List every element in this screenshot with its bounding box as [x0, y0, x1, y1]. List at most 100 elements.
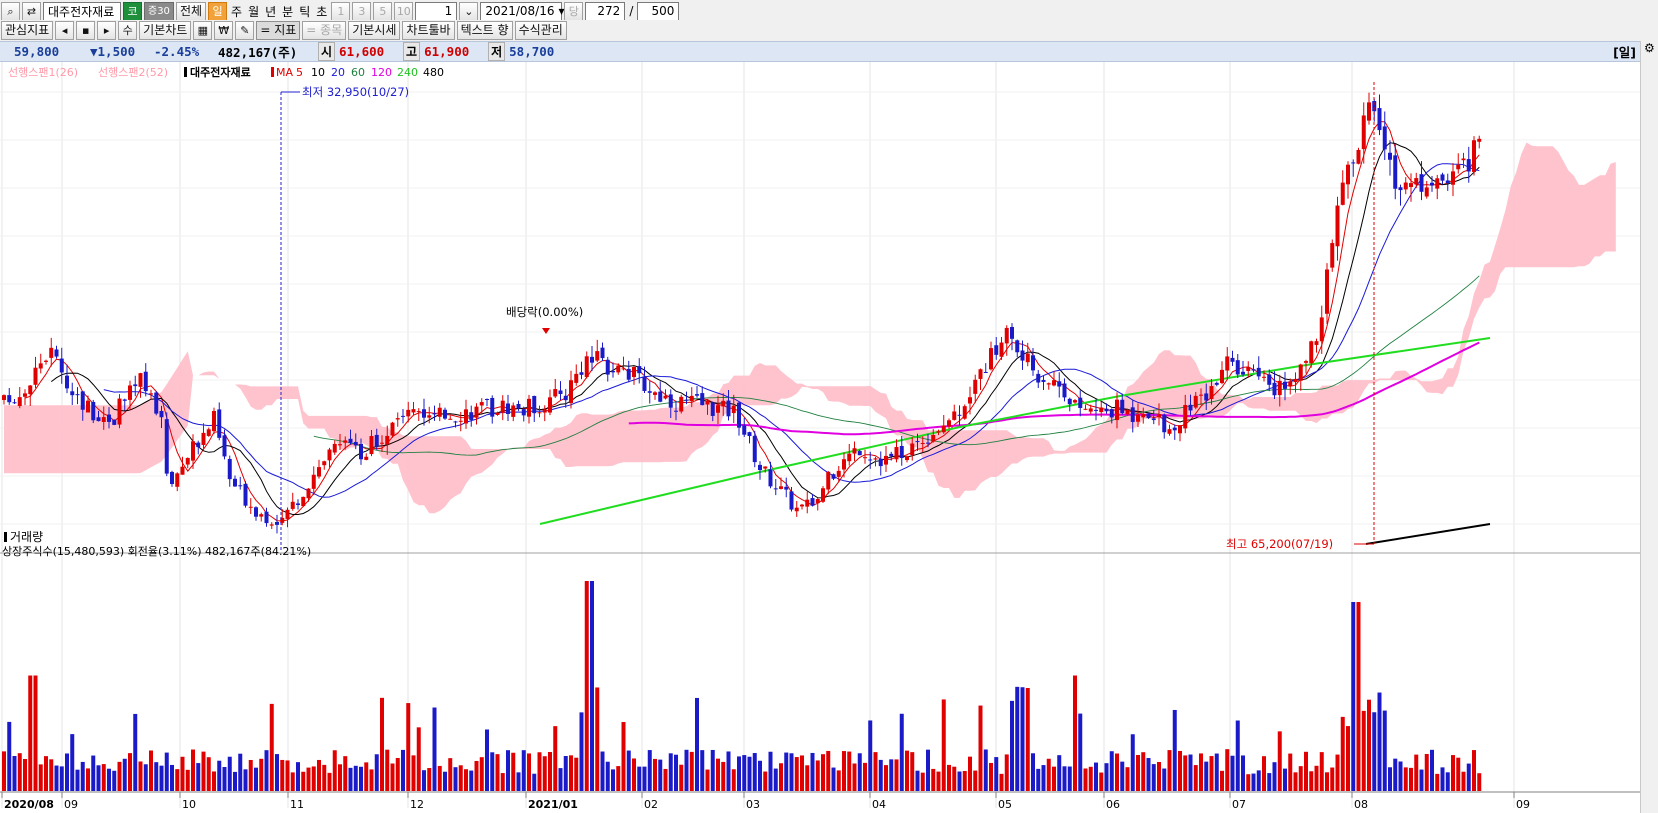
- volume-bar: [343, 756, 348, 791]
- su-button[interactable]: 수: [118, 21, 138, 40]
- volume-bar: [1094, 762, 1098, 791]
- basic-chart-button[interactable]: 기본차트: [139, 21, 192, 40]
- candle-body: [332, 443, 337, 453]
- volume-info: 상장주식수(15,480,593) 회전율(3.11%) 482,167주(84…: [2, 545, 311, 558]
- refresh-button[interactable]: ⇄: [22, 1, 41, 21]
- candle-body: [469, 412, 474, 420]
- date-field[interactable]: 2021/08/16 ▾: [480, 1, 565, 21]
- year-button[interactable]: 년: [263, 3, 278, 20]
- candle-body: [1293, 378, 1298, 383]
- count-field[interactable]: 272: [585, 1, 626, 21]
- volume-bar: [894, 759, 899, 791]
- candle-body: [1403, 182, 1408, 190]
- volume-bar: [742, 755, 747, 791]
- candle-body: [2, 395, 6, 401]
- won-button[interactable]: ₩: [214, 21, 234, 40]
- candle-body: [1319, 317, 1324, 342]
- candle-body: [579, 372, 584, 375]
- list-button[interactable]: ▪: [76, 21, 96, 40]
- volume-bar: [1351, 602, 1356, 791]
- volume-bar: [852, 763, 857, 791]
- volume-bar: [684, 749, 689, 791]
- text-button[interactable]: 텍스트 향: [456, 21, 513, 40]
- search-button[interactable]: ⌕: [1, 1, 20, 21]
- period-5-button[interactable]: 5: [373, 1, 393, 21]
- volume-bar: [1272, 762, 1277, 791]
- chart-badge[interactable]: 증30: [144, 1, 174, 21]
- day-button[interactable]: 일: [208, 1, 228, 21]
- candle-body: [12, 402, 17, 404]
- volume-bar: [532, 773, 537, 791]
- low-label: 저: [488, 42, 506, 61]
- candle-body: [700, 393, 705, 406]
- volume-bar: [285, 760, 290, 791]
- candle-body: [1256, 367, 1261, 377]
- candle-body: [1015, 340, 1020, 353]
- candle-body: [348, 438, 353, 443]
- volume-bar: [831, 767, 836, 791]
- dang-button[interactable]: 당: [564, 1, 584, 21]
- volume-bar: [1340, 716, 1345, 791]
- month-button[interactable]: 월: [246, 3, 261, 20]
- formula-button[interactable]: 수식관리: [514, 21, 567, 40]
- period-dropdown[interactable]: ⌄: [459, 1, 479, 21]
- second-button[interactable]: 초: [314, 3, 329, 20]
- candle-body: [1209, 386, 1214, 400]
- period-1-button[interactable]: 1: [331, 1, 351, 21]
- volume-bar: [1235, 720, 1240, 791]
- volume-bar: [999, 773, 1004, 791]
- max-count-field[interactable]: 500: [637, 1, 680, 21]
- candle-body: [458, 420, 463, 422]
- volume-bar: [826, 750, 831, 791]
- volume-bar: [164, 752, 169, 791]
- stock-name-field[interactable]: 대주전자재료: [43, 1, 121, 21]
- period-10-button[interactable]: 10: [394, 1, 414, 21]
- candle-body: [243, 483, 248, 506]
- volume-bar: [65, 753, 69, 791]
- candle-body: [590, 356, 594, 363]
- week-button[interactable]: 주: [229, 3, 244, 20]
- tick-button[interactable]: 틱: [297, 3, 312, 20]
- volume-bar: [926, 749, 930, 791]
- candle-body: [1088, 408, 1093, 412]
- candle-body: [1398, 187, 1403, 191]
- stock-chart[interactable]: 2020/08 09 10 11 12 2021/01 02 03 04 05 06 07 08 09 선…: [0, 62, 1640, 813]
- market-badge[interactable]: 코: [123, 1, 142, 21]
- candle-body: [1382, 126, 1387, 150]
- basic-price-button[interactable]: 기본시세: [348, 21, 401, 40]
- right-scrollbar[interactable]: [1640, 62, 1658, 813]
- period-field[interactable]: 1: [415, 1, 458, 21]
- indicator-button[interactable]: = 지표: [256, 21, 301, 40]
- period-3-button[interactable]: 3: [352, 1, 372, 21]
- volume-bar: [695, 697, 699, 791]
- volume-bar: [443, 771, 447, 791]
- volume-bar: [1319, 752, 1324, 791]
- volume-bar: [1015, 686, 1020, 791]
- candle-body: [747, 432, 752, 437]
- chart-toolbar-button[interactable]: 차트툴바: [402, 21, 455, 40]
- volume-bar: [910, 752, 915, 791]
- all-button[interactable]: 전체: [175, 1, 207, 21]
- minute-button[interactable]: 분: [280, 3, 295, 20]
- volume-bar: [747, 756, 752, 791]
- scroll-left-button[interactable]: ◂: [55, 21, 75, 40]
- grid-button[interactable]: ▦: [193, 21, 213, 40]
- tool-button[interactable]: ✎: [235, 21, 255, 40]
- volume-bar: [1073, 675, 1077, 791]
- scroll-right-button[interactable]: ▸: [97, 21, 117, 40]
- candle-body: [553, 389, 558, 397]
- candle-body: [96, 417, 101, 422]
- watch-indicator-button[interactable]: 관심지표: [1, 21, 54, 40]
- candle-body: [327, 449, 332, 461]
- candle-body: [815, 498, 820, 504]
- volume-bar: [784, 752, 789, 791]
- candle-body: [164, 419, 169, 474]
- legend-ma5: 5: [296, 66, 303, 79]
- candle-body: [863, 457, 867, 459]
- candle-body: [112, 419, 117, 425]
- gear-icon: ⚙: [1644, 41, 1655, 55]
- item-button[interactable]: = 종목: [302, 21, 347, 40]
- candle-body: [752, 435, 757, 463]
- settings-button[interactable]: ⚙: [1640, 41, 1658, 62]
- candle-body: [490, 397, 495, 417]
